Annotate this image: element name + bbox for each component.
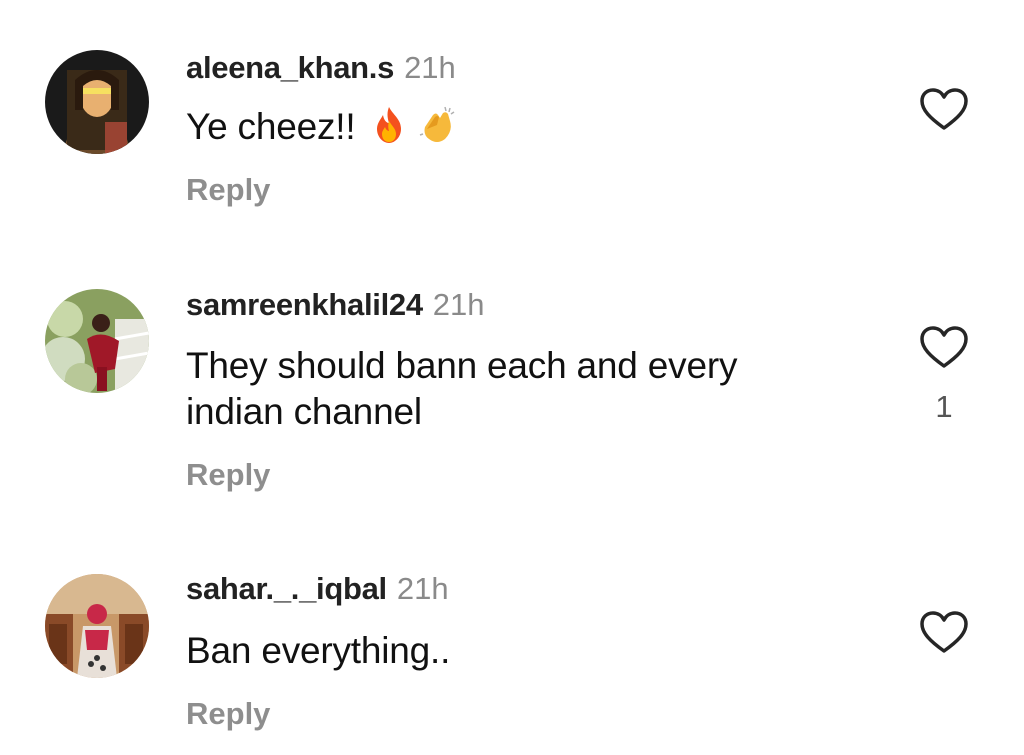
reply-button[interactable]: Reply bbox=[186, 696, 270, 732]
timestamp: 21h bbox=[432, 287, 485, 322]
timestamp: 21h bbox=[404, 50, 456, 85]
avatar[interactable] bbox=[45, 574, 149, 678]
reply-button[interactable]: Reply bbox=[186, 457, 270, 493]
comment-text-body: Ban everything.. bbox=[186, 630, 451, 671]
heart-outline-icon bbox=[920, 611, 968, 653]
username[interactable]: samreenkhalil24 bbox=[186, 287, 423, 322]
comment-header: aleena_khan.s 21h bbox=[186, 50, 456, 86]
like-button[interactable] bbox=[918, 324, 970, 370]
timestamp: 21h bbox=[396, 571, 449, 606]
username[interactable]: aleena_khan.s bbox=[186, 50, 394, 85]
like-button[interactable] bbox=[918, 609, 970, 655]
comment-text: Ban everything.. bbox=[186, 628, 826, 674]
comment-text-line: They should bann each and every bbox=[186, 345, 738, 386]
comment-text: They should bann each and every indian c… bbox=[186, 343, 826, 435]
heart-outline-icon bbox=[920, 326, 968, 368]
username[interactable]: sahar._._iqbal bbox=[186, 571, 387, 606]
fire-emoji bbox=[369, 105, 409, 145]
reply-button[interactable]: Reply bbox=[186, 172, 270, 208]
avatar[interactable] bbox=[45, 50, 149, 154]
comment-header: samreenkhalil24 21h bbox=[186, 287, 485, 323]
comment-text-body: Ye cheez!! bbox=[186, 106, 356, 147]
like-count: 1 bbox=[935, 389, 953, 424]
comment-text-line: indian channel bbox=[186, 391, 422, 432]
avatar[interactable] bbox=[45, 289, 149, 393]
like-button[interactable] bbox=[918, 86, 970, 132]
comment-text: Ye cheez!! bbox=[186, 104, 826, 150]
comment-header: sahar._._iqbal 21h bbox=[186, 571, 449, 607]
clapping-hands-emoji bbox=[417, 105, 457, 145]
heart-outline-icon bbox=[920, 88, 968, 130]
